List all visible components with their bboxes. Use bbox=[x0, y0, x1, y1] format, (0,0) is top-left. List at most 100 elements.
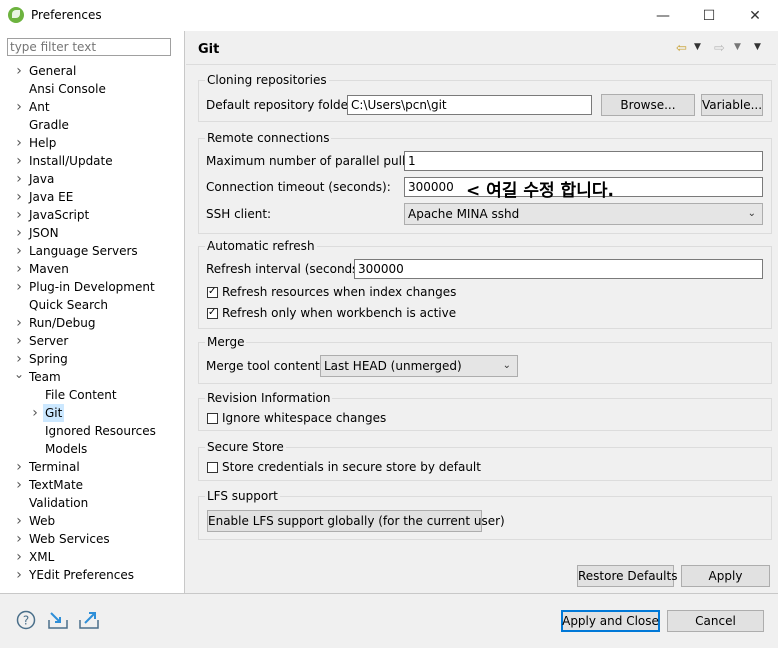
chevron-down-icon[interactable]: ⌄ bbox=[13, 365, 25, 383]
refresh-index-checkbox[interactable] bbox=[207, 285, 218, 298]
tree-item[interactable]: › Help bbox=[0, 134, 184, 152]
import-icon[interactable] bbox=[47, 610, 68, 630]
preference-tree: › General Ansi Console › Ant Gradle › Help › Inst… bbox=[0, 62, 184, 592]
apply-and-close-button[interactable]: Apply and Close bbox=[561, 610, 660, 632]
tree-item[interactable]: › Spring bbox=[0, 350, 184, 368]
tree-item[interactable]: › Server bbox=[0, 332, 184, 350]
history-nav: ⇦ ▼ ⇨ ▼ ▼ bbox=[676, 41, 766, 59]
tree-item-label: JavaScript bbox=[29, 208, 90, 222]
tree-item-label: YEdit Preferences bbox=[29, 568, 134, 582]
chevron-right-icon[interactable]: › bbox=[13, 260, 25, 278]
tree-item-label: Web Services bbox=[29, 532, 110, 546]
tree-item[interactable]: › Install/Update bbox=[0, 152, 184, 170]
tree-item[interactable]: › JavaScript bbox=[0, 206, 184, 224]
app-icon bbox=[8, 7, 24, 23]
secure-store-checkbox[interactable] bbox=[207, 462, 218, 473]
chevron-right-icon[interactable]: › bbox=[13, 62, 25, 80]
connection-timeout-label: Connection timeout (seconds): bbox=[206, 180, 391, 194]
tree-item[interactable]: › JSON bbox=[0, 224, 184, 242]
back-dropdown-icon[interactable]: ▼ bbox=[694, 42, 701, 52]
edit-annotation: < 여길 수정 합니다. bbox=[466, 181, 614, 201]
tree-item[interactable]: › Language Servers bbox=[0, 242, 184, 260]
svg-text:?: ? bbox=[23, 614, 29, 628]
tree-item[interactable]: › Git bbox=[0, 404, 184, 422]
refresh-group-title: Automatic refresh bbox=[205, 239, 317, 253]
refresh-workbench-label: Refresh only when workbench is active bbox=[222, 306, 457, 320]
tree-item[interactable]: › XML bbox=[0, 548, 184, 566]
close-button[interactable]: ✕ bbox=[732, 0, 778, 31]
tree-item-label: Plug-in Development bbox=[29, 280, 155, 294]
tree-item[interactable]: Ignored Resources bbox=[0, 422, 184, 440]
revision-group-title: Revision Information bbox=[205, 391, 333, 405]
forward-dropdown-icon[interactable]: ▼ bbox=[734, 42, 741, 52]
chevron-right-icon[interactable]: › bbox=[13, 476, 25, 494]
tree-item[interactable]: › Java EE bbox=[0, 188, 184, 206]
footer-separator bbox=[0, 593, 778, 594]
tree-item[interactable]: › Maven bbox=[0, 260, 184, 278]
enable-lfs-button[interactable]: Enable LFS support globally (for the cur… bbox=[207, 510, 505, 532]
chevron-right-icon[interactable]: › bbox=[13, 548, 25, 566]
repo-folder-input[interactable]: C:\Users\pcn\git bbox=[347, 95, 592, 115]
tree-item[interactable]: › Ant bbox=[0, 98, 184, 116]
tree-item[interactable]: › Terminal bbox=[0, 458, 184, 476]
tree-item-label: Java EE bbox=[29, 190, 74, 204]
export-icon[interactable] bbox=[78, 610, 99, 630]
tree-item[interactable]: Ansi Console bbox=[0, 80, 184, 98]
chevron-right-icon[interactable]: › bbox=[13, 152, 25, 170]
tree-item[interactable]: ⌄ Team bbox=[0, 365, 184, 386]
tree-item-label: Ansi Console bbox=[29, 82, 106, 96]
chevron-right-icon[interactable]: › bbox=[13, 224, 25, 242]
tree-item-label: Help bbox=[29, 136, 57, 150]
maximize-button[interactable]: ☐ bbox=[686, 0, 732, 31]
tree-item[interactable]: › Web Services bbox=[0, 530, 184, 548]
tree-item[interactable]: Models bbox=[0, 440, 184, 458]
tree-item[interactable]: › Web bbox=[0, 512, 184, 530]
chevron-right-icon[interactable]: › bbox=[13, 566, 25, 584]
tree-item[interactable]: Validation bbox=[0, 494, 184, 512]
help-icon[interactable]: ? bbox=[16, 610, 36, 630]
tree-item[interactable]: › Java bbox=[0, 170, 184, 188]
apply-button[interactable]: Apply bbox=[681, 565, 770, 587]
refresh-workbench-checkbox[interactable] bbox=[207, 306, 218, 319]
refresh-interval-input[interactable]: 300000 bbox=[354, 259, 763, 279]
tree-item[interactable]: Gradle bbox=[0, 116, 184, 134]
cancel-button[interactable]: Cancel bbox=[667, 610, 764, 632]
tree-item[interactable]: › General bbox=[0, 62, 184, 80]
merge-tool-select[interactable]: Last HEAD (unmerged) ⌄ bbox=[320, 355, 518, 377]
tree-item-label: General bbox=[29, 64, 77, 78]
restore-defaults-button[interactable]: Restore Defaults bbox=[577, 565, 677, 587]
chevron-right-icon[interactable]: › bbox=[13, 188, 25, 206]
browse-button[interactable]: Browse... bbox=[601, 94, 695, 116]
chevron-right-icon[interactable]: › bbox=[13, 98, 25, 116]
tree-item[interactable]: › Run/Debug bbox=[0, 314, 184, 332]
tree-item-label: Models bbox=[45, 442, 88, 456]
forward-arrow-icon[interactable]: ⇨ bbox=[714, 41, 725, 56]
tree-item[interactable]: › TextMate bbox=[0, 476, 184, 494]
chevron-right-icon[interactable]: › bbox=[13, 278, 25, 296]
chevron-right-icon[interactable]: › bbox=[13, 512, 25, 530]
chevron-right-icon[interactable]: › bbox=[13, 242, 25, 260]
minimize-button[interactable]: — bbox=[640, 0, 686, 31]
tree-item[interactable]: › Plug-in Development bbox=[0, 278, 184, 296]
chevron-right-icon[interactable]: › bbox=[13, 170, 25, 188]
tree-item[interactable]: › YEdit Preferences bbox=[0, 566, 184, 584]
filter-input[interactable] bbox=[7, 38, 171, 56]
chevron-right-icon[interactable]: › bbox=[13, 314, 25, 332]
title-bar: Preferences — ☐ ✕ bbox=[0, 0, 778, 31]
chevron-right-icon[interactable]: › bbox=[13, 332, 25, 350]
tree-item[interactable]: Quick Search bbox=[0, 296, 184, 314]
tree-item[interactable]: File Content bbox=[0, 386, 184, 404]
view-menu-icon[interactable]: ▼ bbox=[754, 42, 761, 52]
chevron-right-icon[interactable]: › bbox=[13, 206, 25, 224]
chevron-right-icon[interactable]: › bbox=[13, 458, 25, 476]
ssh-client-select[interactable]: Apache MINA sshd ⌄ bbox=[404, 203, 763, 225]
chevron-right-icon[interactable]: › bbox=[13, 134, 25, 152]
variable-button[interactable]: Variable... bbox=[701, 94, 763, 116]
back-arrow-icon[interactable]: ⇦ bbox=[676, 41, 687, 56]
repo-folder-label: Default repository folder: bbox=[206, 98, 357, 112]
chevron-right-icon[interactable]: › bbox=[29, 404, 41, 422]
chevron-right-icon[interactable]: › bbox=[13, 530, 25, 548]
ignore-whitespace-checkbox[interactable] bbox=[207, 413, 218, 424]
parallel-pulls-input[interactable]: 1 bbox=[404, 151, 763, 171]
tree-item-label: Ignored Resources bbox=[45, 424, 156, 438]
